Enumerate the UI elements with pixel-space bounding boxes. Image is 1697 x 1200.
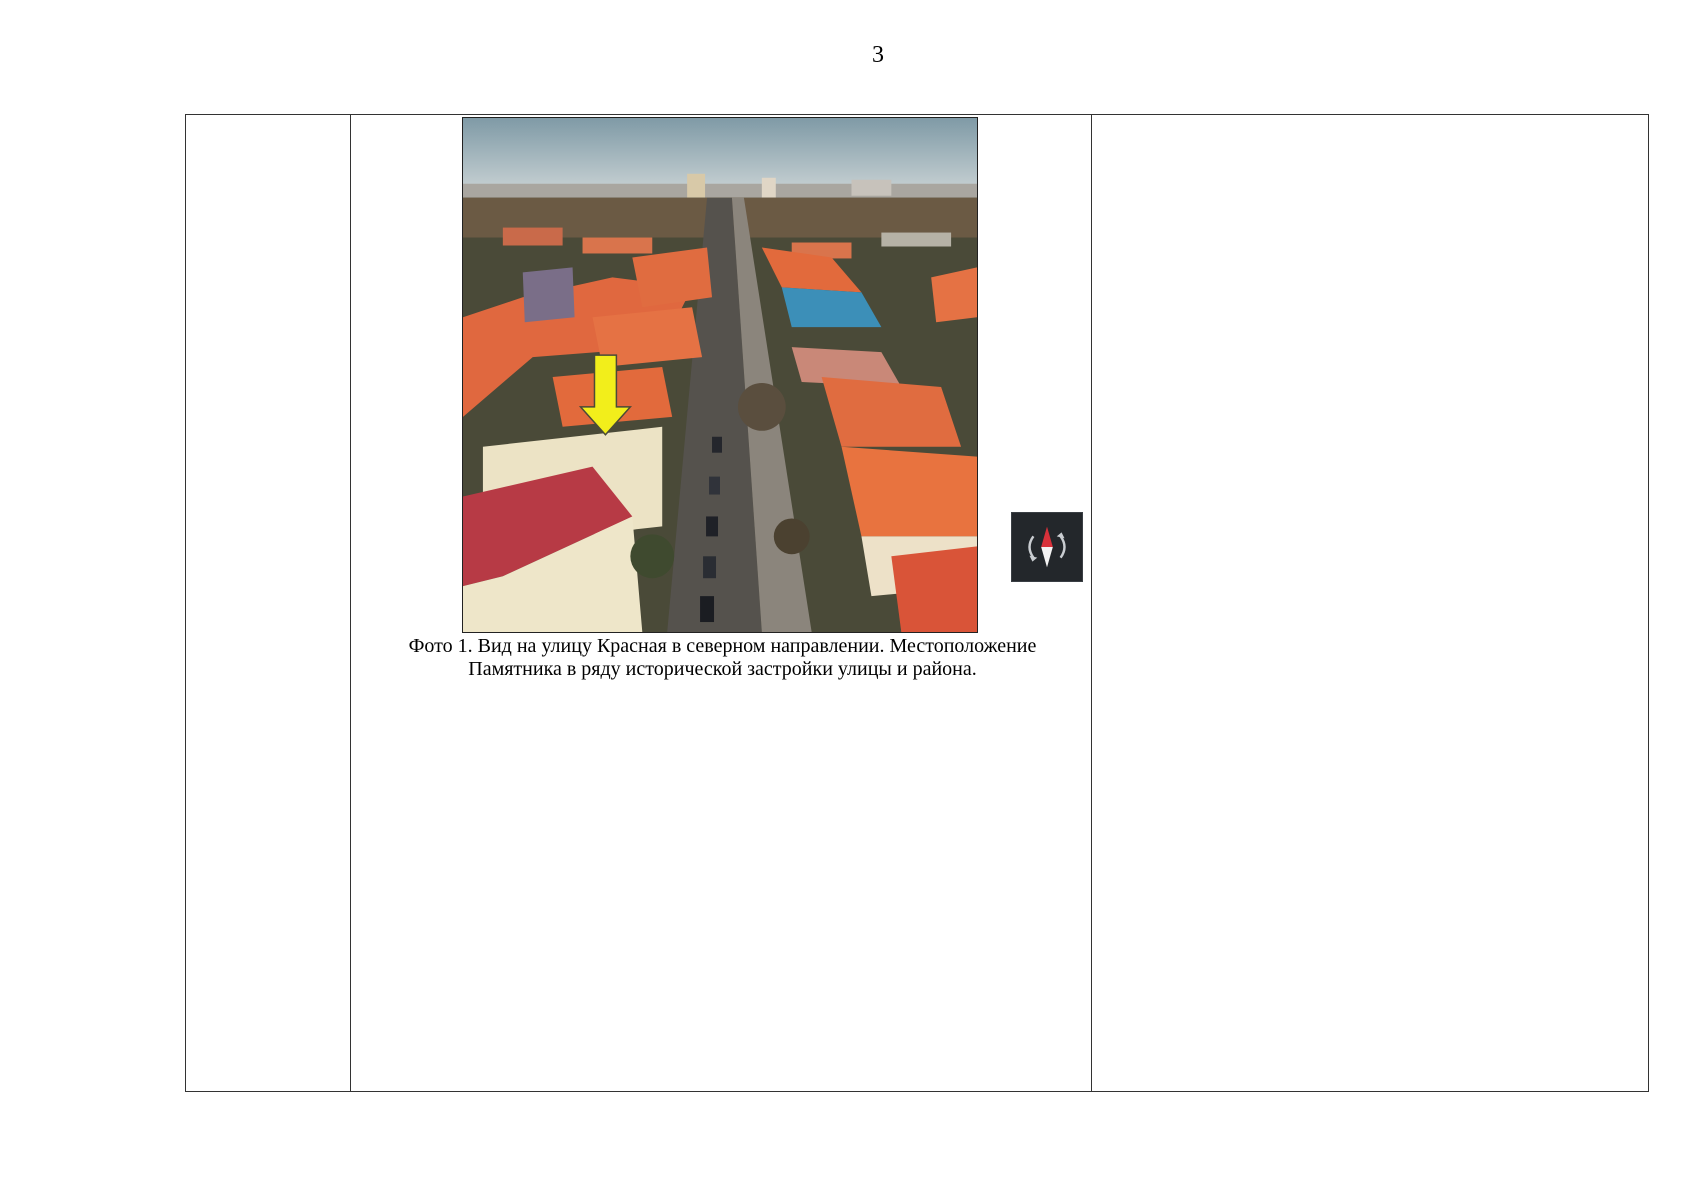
caption-line: Памятника в ряду исторической застройки … [468,658,977,680]
caption-line: Фото 1. Вид на улицу Красная в северном … [408,635,1037,657]
page-number: 3 [872,42,884,68]
aerial-street-photo [462,117,978,633]
compass-rotate-icon[interactable] [1011,512,1083,582]
table-column-divider [350,115,351,1091]
table-column-divider [1091,115,1092,1091]
photo-caption: Фото 1. Вид на улицу Красная в северном … [352,635,1093,681]
